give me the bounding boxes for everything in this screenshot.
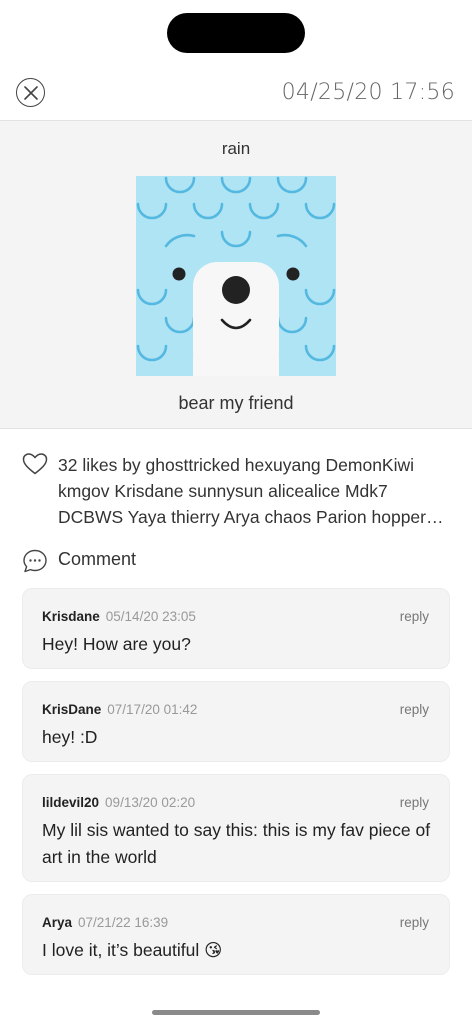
comment-date: 07/21/22 16:39 <box>78 915 169 930</box>
comment-card: Krisdane 05/14/20 23:05 reply Hey! How ar… <box>22 588 450 669</box>
comment-author[interactable]: Krisdane 05/14/20 23:05 <box>42 609 196 624</box>
comment-author-name[interactable]: lildevil20 <box>42 795 99 810</box>
comment-author-name[interactable]: Krisdane <box>42 609 100 624</box>
comment-author[interactable]: Arya 07/21/22 16:39 <box>42 915 168 930</box>
comment-card: lildevil20 09/13/20 02:20 reply My lil si… <box>22 774 450 882</box>
home-indicator[interactable] <box>152 1010 320 1015</box>
comment-date: 05/14/20 23:05 <box>105 609 196 624</box>
heart-icon[interactable] <box>22 452 48 476</box>
artwork-image[interactable] <box>136 176 336 376</box>
comment-author[interactable]: KrisDane 07/17/20 01:42 <box>42 702 197 717</box>
device-notch <box>167 13 305 53</box>
comment-text: I love it, it’s beautiful 😘 <box>42 940 223 960</box>
artwork-caption: bear my friend <box>178 393 294 413</box>
reply-button[interactable]: reply <box>400 702 429 717</box>
comment-text: hey! :D <box>42 727 98 747</box>
comment-author[interactable]: lildevil20 09/13/20 02:20 <box>42 795 195 810</box>
likes-text[interactable]: 32 likes by ghosttricked hexuyang DemonK… <box>58 452 452 530</box>
comment-label: Comment <box>58 549 137 569</box>
reply-button[interactable]: reply <box>400 915 429 930</box>
comment-card: KrisDane 07/17/20 01:42 reply hey! :D <box>22 681 450 762</box>
comment-bubble-icon <box>23 549 47 573</box>
reply-button[interactable]: reply <box>400 609 429 624</box>
comment-text: Hey! How are you? <box>42 634 191 654</box>
post-timestamp: 04/25/20 17:56 <box>281 80 455 105</box>
comment-card: Arya 07/21/22 16:39 reply I love it, it’s… <box>22 894 450 975</box>
comment-author-name[interactable]: KrisDane <box>42 702 101 717</box>
close-icon[interactable] <box>16 78 45 107</box>
comment-text: My lil sis wanted to say this: this is m… <box>42 820 431 867</box>
likes-section: 32 likes by ghosttricked hexuyang DemonK… <box>22 452 452 530</box>
reply-button[interactable]: reply <box>400 795 429 810</box>
artwork-detail-screen: 04/25/20 17:56 rain bear my friend 32 li… <box>0 0 472 1024</box>
artwork-title: rain <box>221 139 251 158</box>
artwork-panel: rain bear my friend <box>0 120 472 429</box>
header-bar: 04/25/20 17:56 <box>0 72 472 114</box>
comment-date: 09/13/20 02:20 <box>105 795 196 810</box>
comment-date: 07/17/20 01:42 <box>107 702 198 717</box>
comment-author-name[interactable]: Arya <box>42 915 72 930</box>
